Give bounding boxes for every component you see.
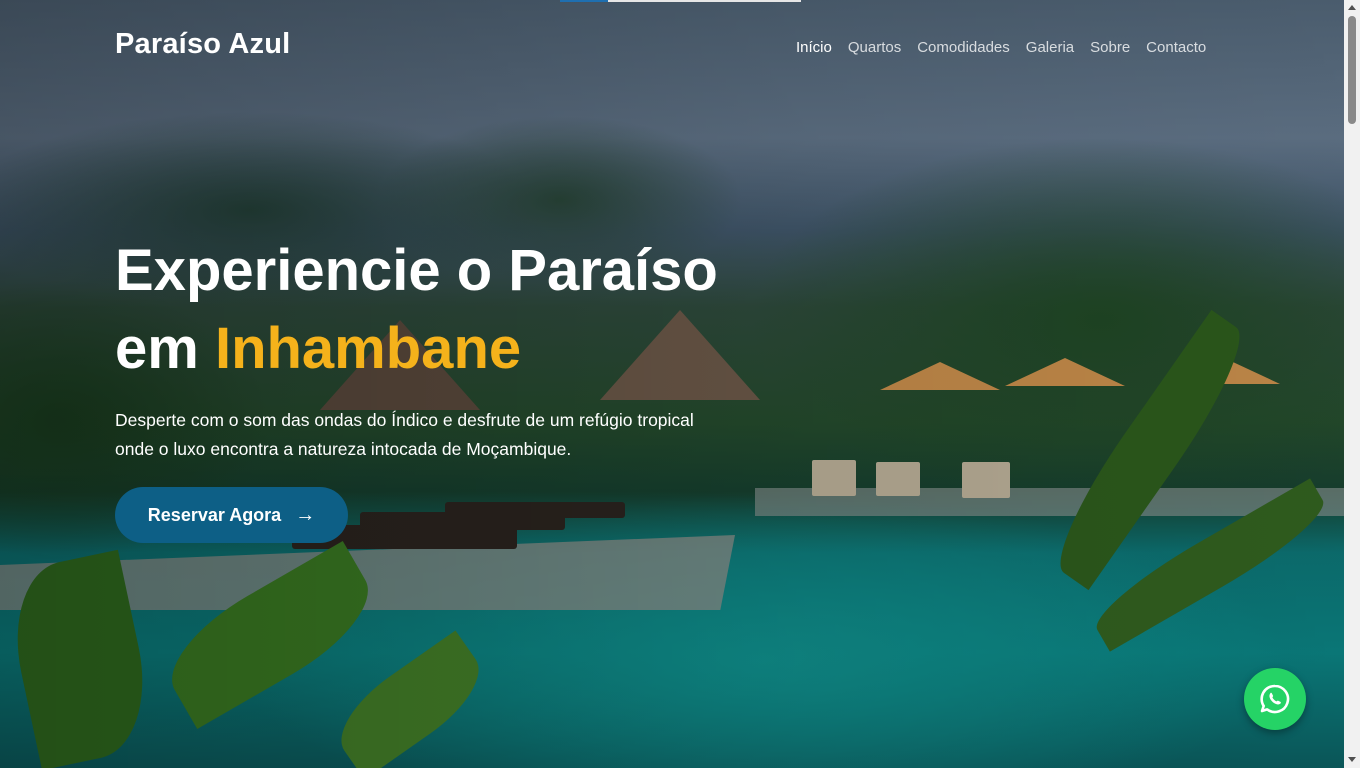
main-nav: Início Quartos Comodidades Galeria Sobre… bbox=[796, 39, 1206, 56]
whatsapp-button[interactable] bbox=[1244, 668, 1306, 730]
vertical-scrollbar[interactable] bbox=[1344, 0, 1360, 768]
hero-headline-highlight: Inhambane bbox=[214, 316, 522, 381]
hero-subtitle-line1: Desperte com o som das ondas do Índico e… bbox=[115, 410, 694, 430]
nav-item-galeria[interactable]: Galeria bbox=[1026, 39, 1074, 56]
top-loading-bar-fill bbox=[560, 0, 608, 2]
brand-logo[interactable]: Paraíso Azul bbox=[115, 28, 290, 61]
arrow-right-icon: → bbox=[295, 503, 316, 526]
nav-item-comodidades[interactable]: Comodidades bbox=[917, 39, 1010, 56]
scroll-down-arrow-icon[interactable] bbox=[1348, 757, 1356, 762]
nav-item-sobre[interactable]: Sobre bbox=[1090, 39, 1130, 56]
top-loading-bar bbox=[560, 0, 801, 2]
reserve-now-button[interactable]: Reservar Agora → bbox=[115, 487, 348, 543]
scrollbar-thumb[interactable] bbox=[1348, 16, 1356, 124]
hero-subtitle-line2: onde o luxo encontra a natureza intocada… bbox=[115, 439, 572, 459]
nav-item-inicio[interactable]: Início bbox=[796, 39, 832, 56]
nav-item-quartos[interactable]: Quartos bbox=[848, 39, 901, 56]
hero-subtitle: Desperte com o som das ondas do Índico e… bbox=[115, 406, 775, 464]
hero-headline: Experiencie o Paraíso em Inhambane bbox=[115, 232, 718, 388]
reserve-now-label: Reservar Agora bbox=[147, 504, 282, 525]
whatsapp-icon bbox=[1260, 684, 1290, 714]
hero-headline-line1: Experiencie o Paraíso bbox=[115, 238, 718, 303]
hero-headline-prefix: em bbox=[115, 316, 199, 381]
scroll-up-arrow-icon[interactable] bbox=[1348, 5, 1356, 10]
page: Paraíso Azul Início Quartos Comodidades … bbox=[0, 0, 1360, 768]
nav-item-contacto[interactable]: Contacto bbox=[1146, 39, 1206, 56]
